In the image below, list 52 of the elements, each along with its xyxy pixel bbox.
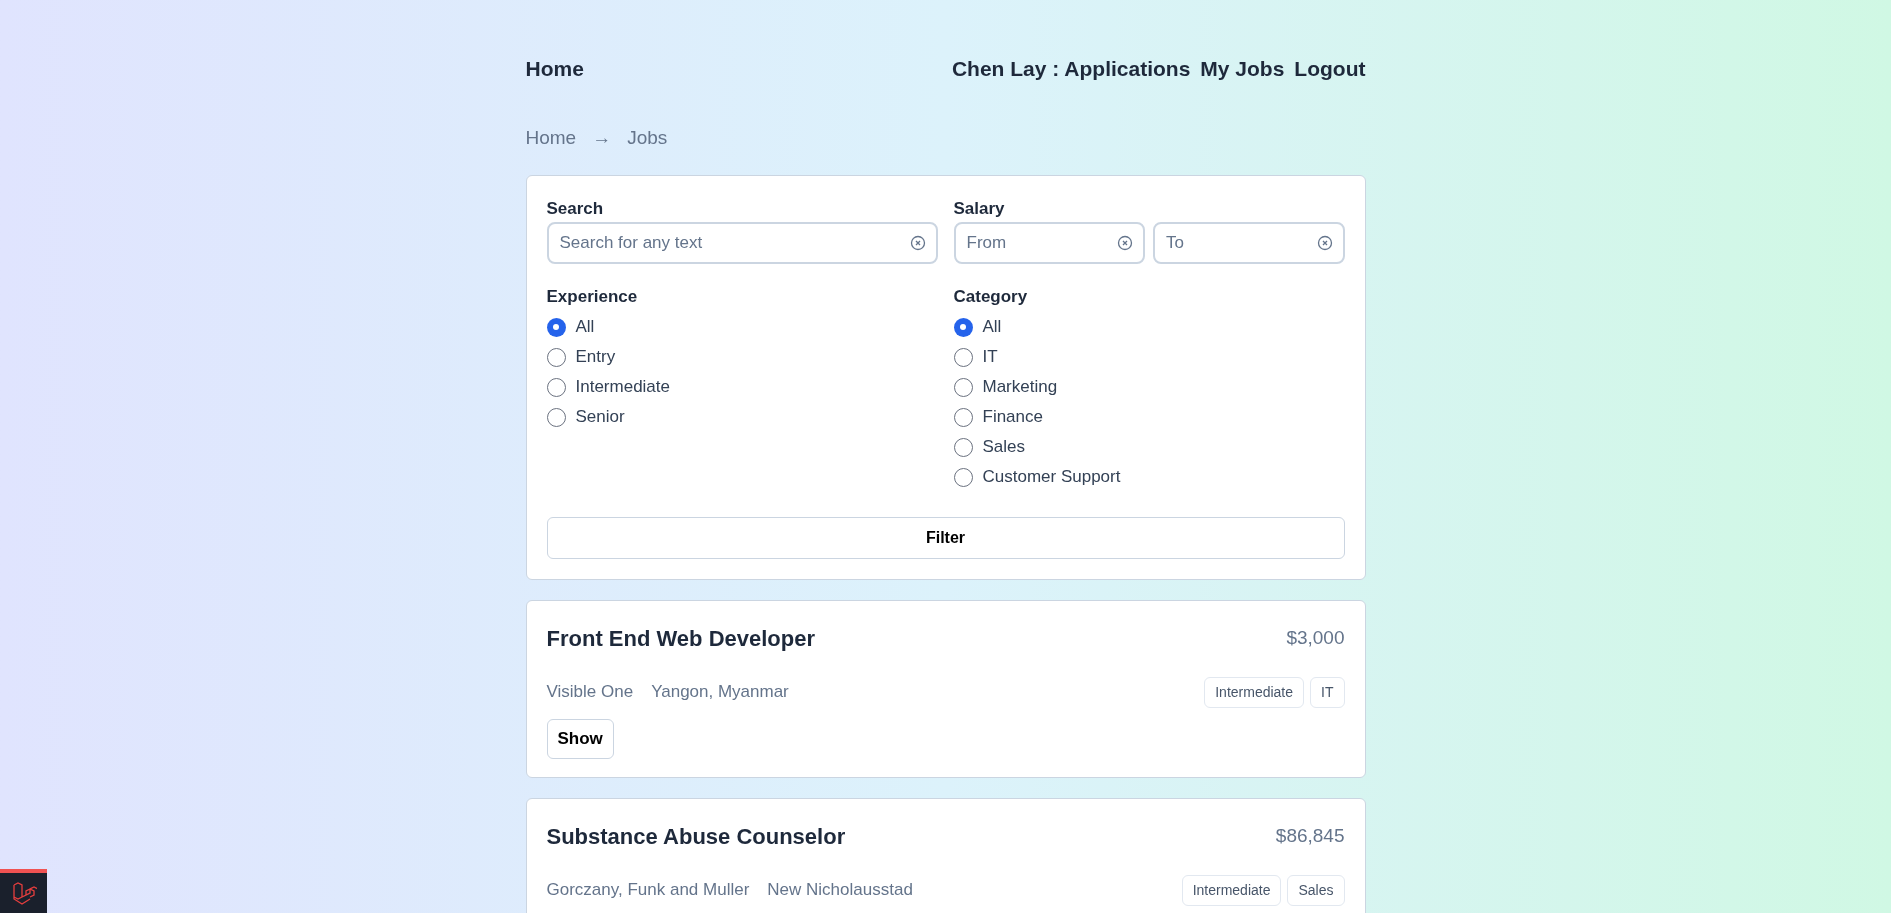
clear-icon[interactable]	[909, 235, 926, 251]
job-tag: IT	[1310, 676, 1345, 708]
breadcrumb-link[interactable]: Jobs	[627, 124, 668, 153]
salary-field[interactable]: To	[1153, 222, 1345, 264]
framework-logo-icon[interactable]	[0, 869, 47, 913]
group-label: Experience	[546, 286, 639, 308]
radio-label: All	[982, 316, 1002, 339]
field-label: Salary	[953, 198, 1006, 220]
salary-field[interactable]: From	[953, 222, 1145, 264]
nav-link[interactable]: Chen Lay : Applications	[951, 53, 1191, 85]
nav-link[interactable]: My Jobs	[1200, 53, 1285, 85]
radio-label: Marketing	[982, 376, 1058, 399]
radio-button[interactable]	[953, 437, 973, 457]
radio-button[interactable]	[546, 317, 566, 337]
breadcrumb-separator: →	[592, 126, 612, 150]
job-location: Yangon, Myanmar	[651, 681, 789, 704]
radio-button[interactable]	[953, 347, 973, 367]
job-title: Front End Web Developer	[546, 624, 815, 653]
search-field[interactable]: Search for any text	[546, 222, 938, 264]
radio-label: Senior	[575, 406, 625, 429]
filter-button[interactable]: Filter	[546, 517, 1345, 559]
radio-label: IT	[982, 346, 998, 369]
nav-link[interactable]: Logout	[1294, 53, 1366, 85]
radio-label: Sales	[982, 436, 1026, 459]
radio-button[interactable]	[546, 347, 566, 367]
radio-button[interactable]	[546, 407, 566, 427]
group-label: Category	[953, 286, 1029, 308]
job-location: New Nicholausstad	[767, 879, 913, 902]
show-button[interactable]: Show	[546, 719, 614, 759]
radio-label: Customer Support	[982, 466, 1121, 489]
breadcrumb-link[interactable]: Home	[525, 124, 577, 153]
radio-label: Intermediate	[575, 376, 670, 399]
field-label: Search	[546, 198, 605, 220]
radio-button[interactable]	[953, 377, 973, 397]
clear-icon[interactable]	[1117, 235, 1133, 251]
radio-button[interactable]	[546, 377, 566, 397]
company-name: Visible One	[546, 681, 634, 704]
job-salary: $86,845	[1275, 823, 1345, 848]
job-title: Substance Abuse Counselor	[546, 822, 846, 851]
job-tag: Intermediate	[1181, 874, 1282, 906]
radio-label: Entry	[575, 346, 616, 369]
job-tag: Intermediate	[1204, 676, 1305, 708]
job-salary: $3,000	[1286, 625, 1345, 650]
radio-button[interactable]	[953, 317, 973, 337]
job-tag: Sales	[1287, 874, 1345, 906]
home-link[interactable]: Home	[525, 53, 584, 85]
radio-label: All	[575, 316, 595, 339]
radio-button[interactable]	[953, 467, 973, 487]
radio-label: Finance	[982, 406, 1043, 429]
radio-button[interactable]	[953, 407, 973, 427]
clear-icon[interactable]	[1316, 235, 1333, 251]
company-name: Gorczany, Funk and Muller	[546, 879, 750, 902]
